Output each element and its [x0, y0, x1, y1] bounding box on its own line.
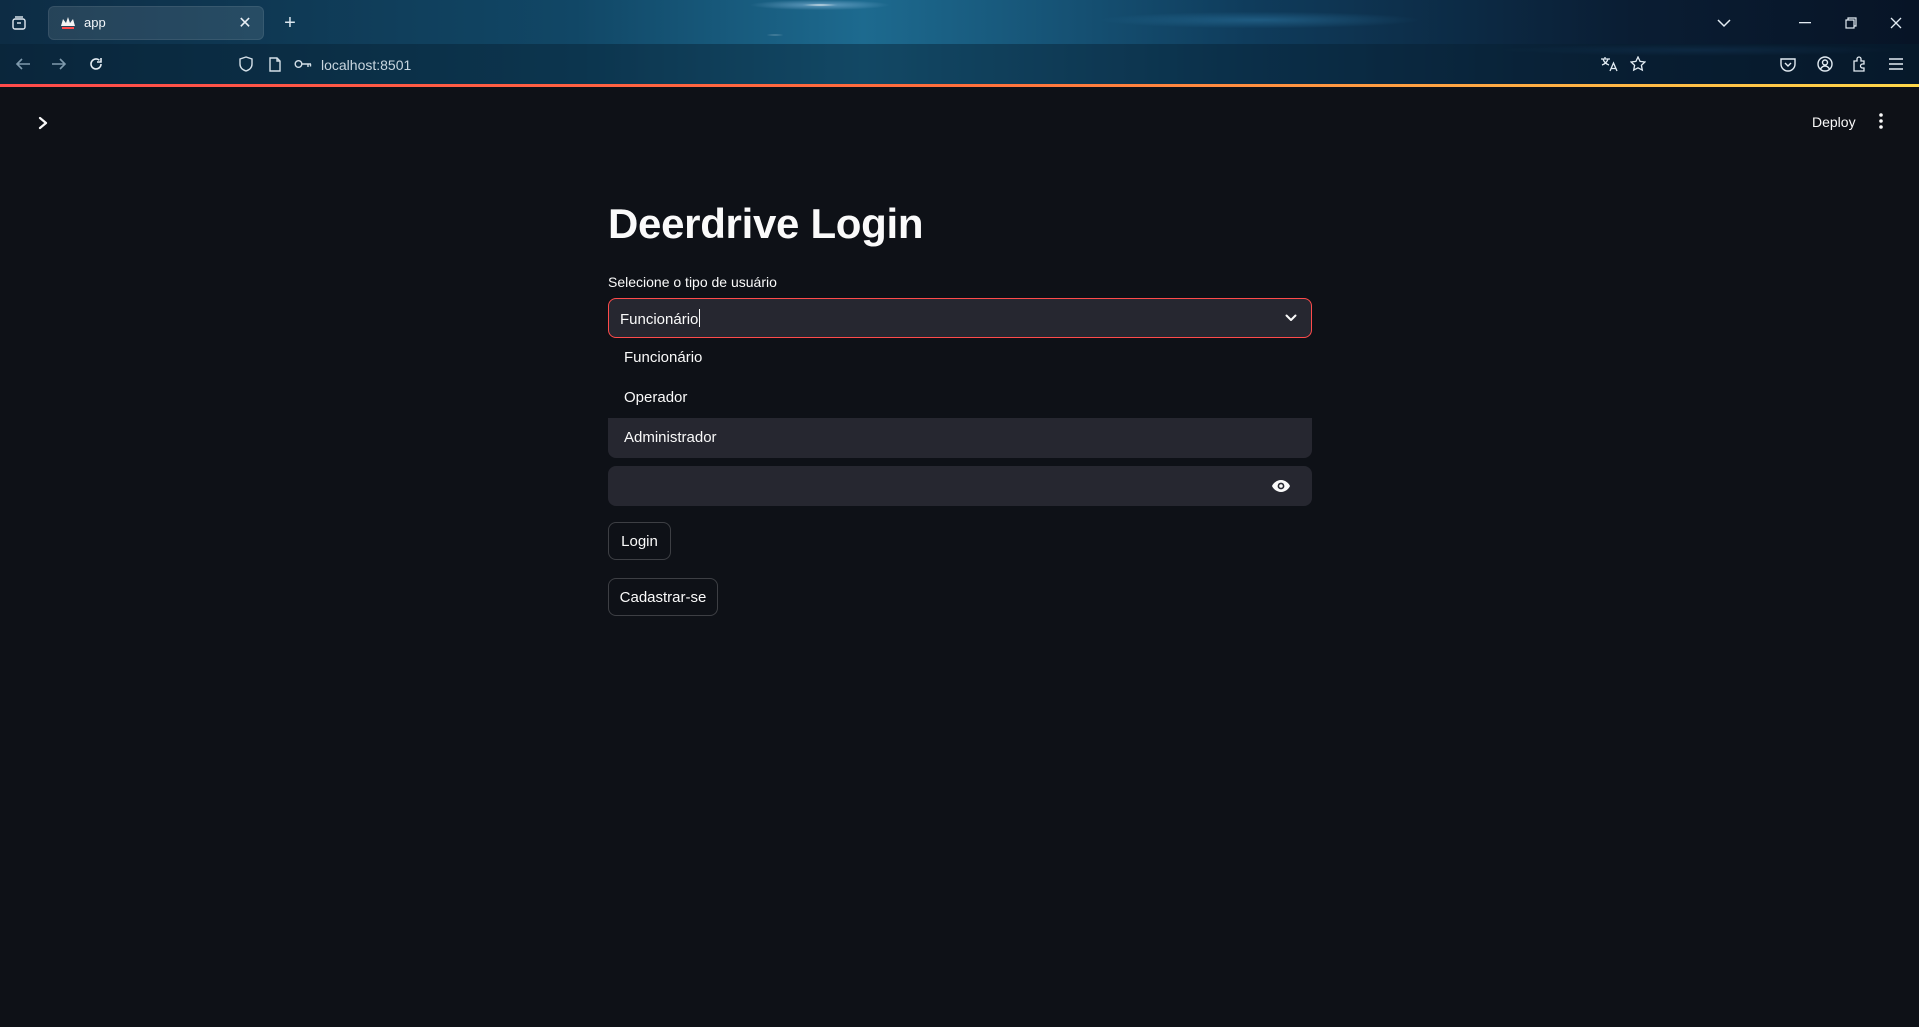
account-icon[interactable]: [1814, 54, 1836, 74]
dropdown-option-operador[interactable]: Operador: [608, 378, 1312, 418]
browser-tab-active[interactable]: app ✕: [48, 6, 264, 40]
app-header-decoration: [0, 84, 1919, 87]
browser-chrome: app ✕ + localhost:8501: [0, 0, 1919, 86]
url-bar[interactable]: [232, 48, 1654, 80]
streamlit-favicon-icon: [60, 16, 76, 30]
signup-button[interactable]: Cadastrar-se: [608, 578, 718, 616]
tab-title: app: [84, 15, 106, 30]
dropdown-option-funcionario[interactable]: Funcionário: [608, 338, 1312, 378]
close-window-icon[interactable]: [1885, 12, 1907, 34]
bookmark-star-icon[interactable]: [1627, 54, 1649, 74]
tab-close-icon[interactable]: ✕: [234, 12, 256, 34]
option-label: Funcionário: [624, 349, 703, 366]
main-menu-icon[interactable]: [1872, 111, 1890, 131]
user-type-label: Selecione o tipo de usuário: [608, 274, 777, 290]
dropdown-option-administrador[interactable]: Administrador: [608, 418, 1312, 458]
chevron-down-icon[interactable]: [1281, 308, 1301, 328]
forward-icon[interactable]: [48, 53, 70, 75]
eye-icon[interactable]: [1270, 476, 1292, 496]
option-label: Operador: [624, 389, 688, 406]
pocket-icon[interactable]: [1777, 54, 1799, 74]
user-type-select[interactable]: Funcionário: [608, 298, 1312, 338]
login-button[interactable]: Login: [608, 522, 671, 560]
reload-icon[interactable]: [85, 53, 107, 75]
page-info-icon[interactable]: [265, 54, 285, 74]
page-title: Deerdrive Login: [608, 200, 924, 247]
minimize-icon[interactable]: [1794, 12, 1816, 34]
user-type-select-input[interactable]: Funcionário: [620, 309, 701, 328]
url-text[interactable]: localhost:8501: [321, 57, 411, 73]
list-all-tabs-icon[interactable]: [1713, 12, 1735, 34]
back-icon[interactable]: [12, 53, 34, 75]
password-input[interactable]: [608, 466, 1312, 506]
key-icon[interactable]: [292, 54, 314, 74]
restore-icon[interactable]: [1840, 12, 1862, 34]
deploy-button[interactable]: Deploy: [1806, 112, 1862, 132]
text-cursor: [699, 309, 701, 327]
option-label: Administrador: [624, 429, 717, 446]
user-type-selected-value: Funcionário: [620, 311, 699, 328]
tab-overview-icon[interactable]: [8, 12, 30, 34]
tracking-shield-icon[interactable]: [236, 54, 256, 74]
app-menu-icon[interactable]: [1885, 54, 1907, 74]
translate-icon[interactable]: [1598, 54, 1620, 74]
user-type-dropdown-menu: Funcionário Operador Administrador: [608, 338, 1312, 458]
sidebar-expand-icon[interactable]: [33, 113, 53, 133]
new-tab-icon[interactable]: +: [279, 12, 301, 34]
extensions-icon[interactable]: [1849, 54, 1871, 74]
